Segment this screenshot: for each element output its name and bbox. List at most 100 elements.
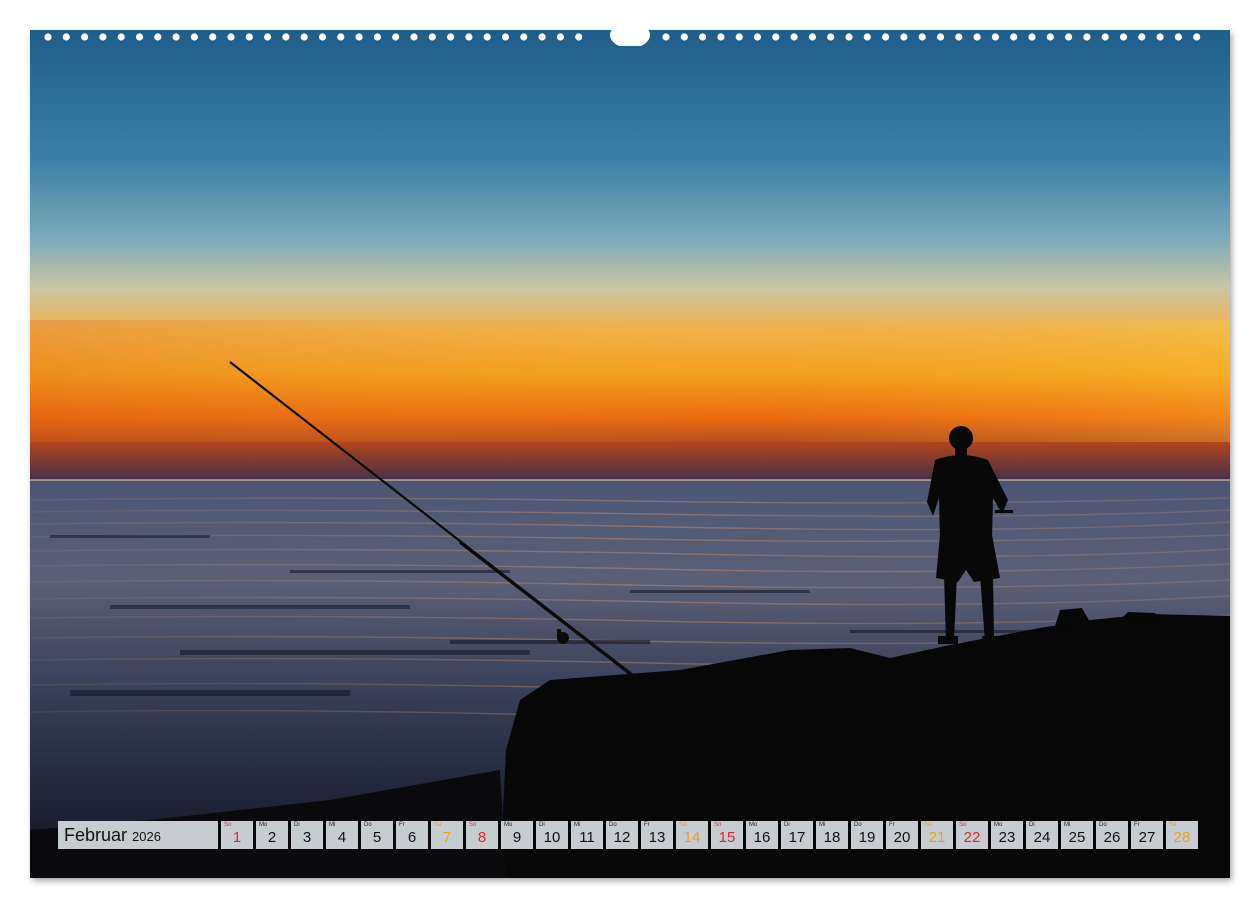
day-weekday: So xyxy=(469,822,477,828)
day-number: 16 xyxy=(753,829,771,846)
day-weekday: So xyxy=(959,822,967,828)
binding-hole xyxy=(447,33,455,41)
binding-hole xyxy=(991,33,1000,41)
day-cell: Mo 23 xyxy=(991,821,1023,849)
binding-hole xyxy=(575,33,583,41)
day-number: 24 xyxy=(1033,829,1051,846)
day-number: 23 xyxy=(998,829,1016,846)
binding-hole xyxy=(245,33,253,41)
day-number: 19 xyxy=(858,829,876,846)
binding-hole xyxy=(190,33,198,41)
binding-hole xyxy=(1083,33,1091,41)
wire-binding-icon xyxy=(44,22,1201,46)
binding-hole xyxy=(373,33,381,41)
day-cell: Mi 25 xyxy=(1061,821,1093,849)
binding-hole xyxy=(845,33,853,41)
day-cell: Do 5 xyxy=(361,821,393,849)
binding-hole xyxy=(1138,33,1146,41)
binding-hole xyxy=(501,33,510,41)
day-cell: Fr 6 xyxy=(396,821,428,849)
day-weekday: Mo xyxy=(504,822,513,828)
day-weekday: Mi xyxy=(574,822,581,828)
binding-hole xyxy=(392,33,400,41)
day-weekday: Mi xyxy=(1064,822,1071,828)
day-cell: Mo 16 xyxy=(746,821,778,849)
day-weekday: Do xyxy=(609,822,617,828)
day-cells: So 1 Mo 2 Di 3 Mi 4 Do 5 Fr 6 Sa 7 So 8 Mo 9 Di 10 Mi 11 Do 12 F… xyxy=(221,821,1198,849)
binding-hole xyxy=(863,33,871,41)
day-number: 26 xyxy=(1103,829,1121,846)
day-weekday: Di xyxy=(1029,822,1035,828)
binding-hole xyxy=(44,33,52,41)
binding-hole xyxy=(520,33,528,41)
binding-hole xyxy=(735,33,743,41)
day-number: 21 xyxy=(928,829,946,846)
day-cell: So 1 xyxy=(221,821,253,849)
day-number: 5 xyxy=(372,829,382,846)
binding-hole xyxy=(337,33,345,41)
day-number: 20 xyxy=(893,829,911,846)
binding-hole xyxy=(264,33,272,41)
day-number: 8 xyxy=(477,829,487,846)
binding-hole xyxy=(172,33,180,41)
binding-hole xyxy=(790,33,798,41)
day-weekday: Di xyxy=(539,822,545,828)
day-cell: Sa 28 xyxy=(1166,821,1198,849)
day-weekday: Di xyxy=(784,822,790,828)
binding-hole xyxy=(1065,33,1073,41)
binding-hole xyxy=(62,33,70,41)
calendar-page xyxy=(30,30,1230,878)
day-weekday: Di xyxy=(294,822,300,828)
binding-hole xyxy=(538,33,546,41)
day-number: 18 xyxy=(823,829,841,846)
day-number: 12 xyxy=(613,829,631,846)
day-cell: Mi 18 xyxy=(816,821,848,849)
binding-hole xyxy=(882,33,890,41)
day-weekday: Mi xyxy=(819,822,826,828)
day-cell: Sa 14 xyxy=(676,821,708,849)
day-cell: Sa 21 xyxy=(921,821,953,849)
day-number: 7 xyxy=(442,829,452,846)
day-cell: Fr 13 xyxy=(641,821,673,849)
day-cell: Do 19 xyxy=(851,821,883,849)
binding-hole xyxy=(827,33,835,41)
binding-hole xyxy=(1193,33,1201,41)
day-number: 6 xyxy=(407,829,417,846)
binding-hole xyxy=(662,33,670,41)
day-cell: So 22 xyxy=(956,821,988,849)
month-year: 2026 xyxy=(132,829,161,844)
day-cell: Do 12 xyxy=(606,821,638,849)
day-weekday: Mo xyxy=(994,822,1003,828)
day-number: 2 xyxy=(267,829,277,846)
binding-hole xyxy=(428,33,436,41)
binding-hole xyxy=(936,33,945,41)
day-weekday: Sa xyxy=(924,822,932,828)
binding-hole xyxy=(135,33,144,41)
binding-hole xyxy=(1156,33,1164,41)
day-number: 11 xyxy=(579,829,595,846)
binding-hole xyxy=(300,33,308,41)
binding-hole xyxy=(918,33,926,41)
day-weekday: Mo xyxy=(749,822,758,828)
month-name: Februar xyxy=(64,825,128,845)
day-number: 13 xyxy=(648,829,666,846)
day-cell: Di 3 xyxy=(291,821,323,849)
day-cell: Fr 20 xyxy=(886,821,918,849)
binding-hole xyxy=(973,33,981,41)
binding-hole xyxy=(1174,33,1182,41)
day-number: 25 xyxy=(1068,829,1086,846)
day-number: 4 xyxy=(337,829,347,846)
day-weekday: So xyxy=(714,822,722,828)
binding-hole xyxy=(465,33,473,41)
day-number: 1 xyxy=(232,829,242,846)
day-cell: So 8 xyxy=(466,821,498,849)
day-weekday: Do xyxy=(1099,822,1107,828)
day-weekday: Sa xyxy=(434,822,442,828)
day-number: 15 xyxy=(718,829,736,846)
day-weekday: Mo xyxy=(259,822,268,828)
day-number: 17 xyxy=(788,829,806,846)
binding-hole xyxy=(808,33,817,41)
day-number: 9 xyxy=(512,829,522,846)
day-cell: Mo 9 xyxy=(501,821,533,849)
binding-hole xyxy=(318,33,327,41)
